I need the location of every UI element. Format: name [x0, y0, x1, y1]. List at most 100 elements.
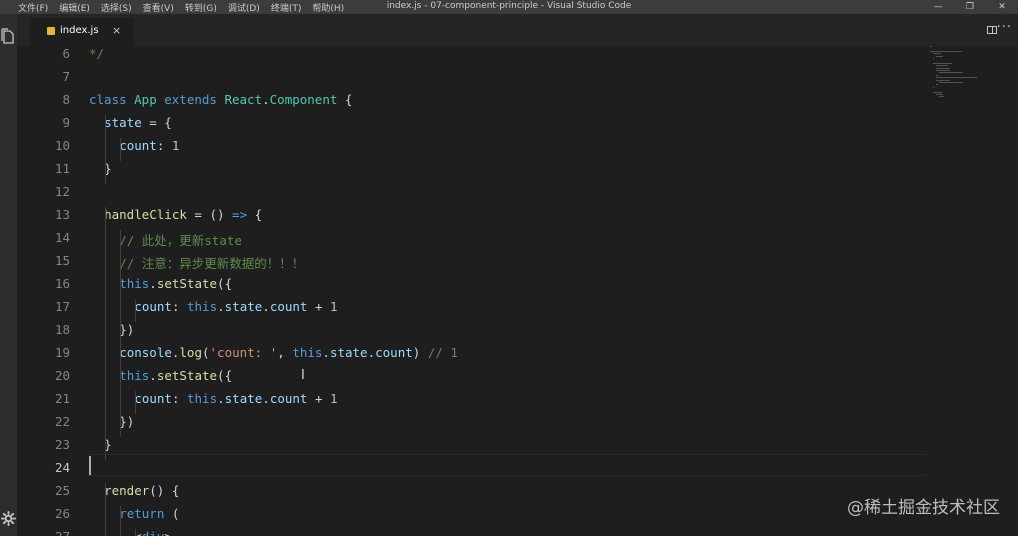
indent-guide: [105, 414, 106, 437]
code-token: count: [119, 138, 157, 153]
menu-file[interactable]: 文件(F): [18, 1, 48, 14]
tab-label: index.js: [60, 25, 99, 36]
indent-guide: [105, 115, 106, 138]
code-token: state: [104, 115, 142, 130]
indent-guide: [120, 276, 122, 299]
code-line[interactable]: class App extends React.Component {: [89, 92, 352, 115]
close-window-button[interactable]: ✕: [986, 0, 1018, 14]
files-icon[interactable]: [1, 28, 15, 50]
minimap-line: [936, 84, 938, 86]
current-line-highlight: [89, 454, 927, 476]
code-token: ({: [217, 276, 233, 291]
code-token: .: [149, 276, 157, 291]
indent-guide: [105, 483, 106, 506]
code-token: 1: [330, 391, 338, 406]
line-number: 22: [54, 414, 70, 429]
code-line[interactable]: */: [89, 46, 104, 69]
code-line[interactable]: this.setState({: [119, 368, 232, 391]
menu-view[interactable]: 查看(V): [143, 1, 174, 14]
code-token: = {: [141, 115, 172, 130]
indent-guide: [120, 368, 122, 391]
line-number: 26: [54, 506, 70, 521]
code-token: }): [119, 414, 135, 429]
code-line[interactable]: count: this.state.count + 1: [134, 299, 337, 322]
code-token: count: [269, 299, 308, 314]
code-token: +: [307, 391, 331, 406]
window-controls: — ❐ ✕: [922, 0, 1018, 14]
indent-guide: [120, 506, 122, 529]
menu-bar: 文件(F) 编辑(E) 选择(S) 查看(V) 转到(G) 调试(D) 终端(T…: [18, 1, 344, 14]
line-number: 25: [54, 483, 70, 498]
code-token: }): [119, 322, 135, 337]
code-token: render: [104, 483, 150, 498]
indent-guide: [120, 345, 122, 368]
menu-debug[interactable]: 调试(D): [228, 1, 260, 14]
indent-guide: [105, 391, 106, 414]
menu-help[interactable]: 帮助(H): [312, 1, 344, 14]
code-token: =>: [232, 207, 248, 222]
code-line[interactable]: return (: [119, 506, 179, 529]
javascript-file-icon: [47, 27, 55, 35]
code-token: .: [262, 299, 270, 314]
tab-close-icon[interactable]: ×: [112, 24, 121, 37]
code-line[interactable]: count: this.state.count + 1: [134, 391, 337, 414]
menu-go[interactable]: 转到(G): [185, 1, 217, 14]
code-token: class: [89, 92, 135, 107]
code-line[interactable]: console.log('count: ', this.state.count)…: [119, 345, 458, 368]
minimap[interactable]: [930, 46, 1000, 116]
settings-gear-icon[interactable]: [1, 511, 16, 530]
code-line[interactable]: count: 1: [119, 138, 179, 161]
code-line[interactable]: }): [119, 414, 134, 437]
code-token: {: [337, 92, 353, 107]
split-editor-icon[interactable]: [987, 26, 997, 34]
code-token: div: [142, 529, 165, 536]
code-token: (: [164, 506, 180, 521]
menu-terminal[interactable]: 终端(T): [271, 1, 302, 14]
indent-guide: [105, 345, 106, 368]
line-number: 15: [54, 253, 70, 268]
minimap-line: [933, 91, 942, 93]
line-number: 24: [54, 460, 70, 475]
minimap-line: [936, 79, 950, 81]
line-number: 6: [62, 46, 70, 61]
indent-guide: [120, 529, 122, 536]
code-editor[interactable]: 6789101112131415161718192021222324252627…: [17, 46, 1018, 536]
code-line[interactable]: render() {: [104, 483, 179, 506]
code-token: .: [322, 345, 330, 360]
minimap-line: [933, 58, 934, 59]
code-line[interactable]: this.setState({: [119, 276, 232, 299]
code-line[interactable]: // 注意：异步更新数据的！！！: [119, 253, 304, 276]
text-cursor: [89, 456, 91, 475]
code-token: state: [224, 391, 263, 406]
minimap-line: [930, 50, 962, 52]
code-line[interactable]: state = {: [104, 115, 172, 138]
restore-button[interactable]: ❐: [954, 0, 986, 14]
code-token: Component: [269, 92, 338, 107]
tab-index-js[interactable]: index.js ×: [30, 18, 134, 46]
menu-edit[interactable]: 编辑(E): [59, 1, 90, 14]
code-token: setState: [156, 276, 218, 291]
code-token: this: [187, 391, 218, 406]
code-token: ): [412, 345, 428, 360]
code-token: 'count: ': [209, 345, 278, 360]
code-token: ({: [217, 368, 233, 383]
indent-guide: [105, 322, 106, 345]
code-token: count: [269, 391, 308, 406]
code-line[interactable]: }): [119, 322, 134, 345]
code-token: :: [171, 299, 187, 314]
code-line[interactable]: <div>: [134, 529, 172, 536]
code-line[interactable]: handleClick = () => {: [104, 207, 262, 230]
code-token: +: [307, 299, 331, 314]
minimize-button[interactable]: —: [922, 0, 954, 14]
code-token: setState: [156, 368, 218, 383]
menu-selection[interactable]: 选择(S): [101, 1, 132, 14]
line-number: 14: [54, 230, 70, 245]
indent-guide: [105, 161, 106, 184]
code-token: // 此处，更新state: [119, 233, 242, 248]
minimap-line: [936, 77, 977, 79]
minimap-line: [930, 46, 932, 47]
code-line[interactable]: // 此处，更新state: [119, 230, 242, 253]
code-token: = (): [186, 207, 233, 222]
more-actions-icon[interactable]: ···: [997, 20, 1012, 35]
minimap-line: [936, 74, 938, 76]
